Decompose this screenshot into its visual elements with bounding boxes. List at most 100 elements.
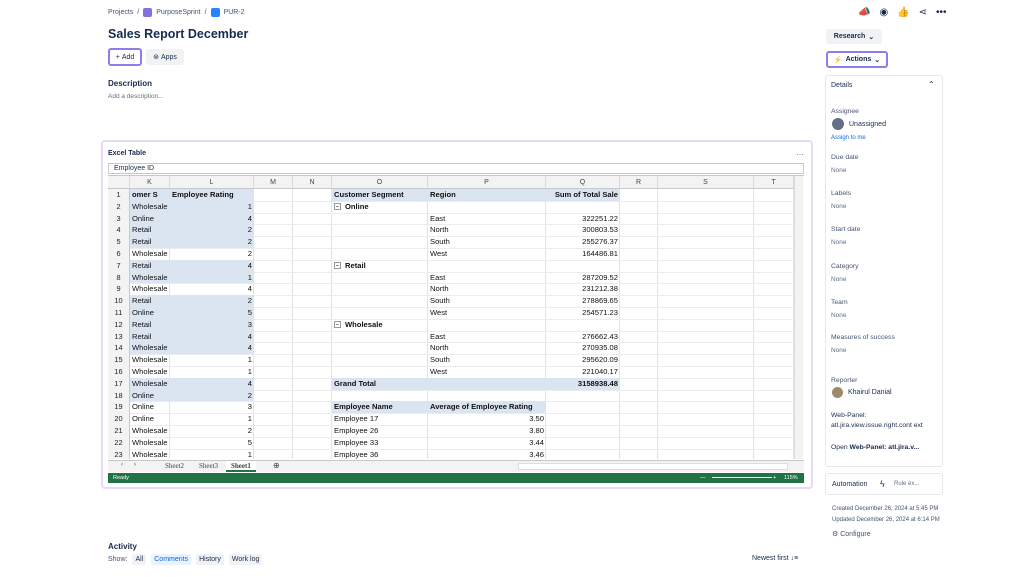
pivot-region-cell[interactable]: West (428, 248, 546, 260)
collapse-icon[interactable]: − (334, 203, 341, 211)
pivot-region-cell[interactable]: East (428, 213, 546, 225)
employee-rating-cell[interactable]: 2 (170, 236, 254, 248)
column-header-o[interactable]: O (332, 176, 428, 189)
collapse-icon[interactable]: − (334, 262, 341, 270)
pivot-sum-cell[interactable]: 287209.52 (546, 272, 620, 284)
pivot-region-cell[interactable]: South (428, 236, 546, 248)
employee-rating-cell[interactable]: 4 (170, 283, 254, 295)
customer-segment-cell[interactable]: Wholesale (130, 248, 170, 260)
apps-button[interactable]: ⊛ Apps (146, 49, 184, 65)
row-header[interactable]: 19 (108, 401, 130, 414)
scroll-left-icon[interactable]: ‹ (121, 462, 123, 468)
row-header[interactable]: 4 (108, 224, 130, 237)
row-header[interactable]: 2 (108, 200, 130, 213)
pivot2-avg-cell[interactable]: 3.80 (428, 425, 546, 437)
employee-rating-cell[interactable]: 2 (170, 224, 254, 237)
sort-newest-first[interactable]: Newest first ↓≡ (752, 555, 798, 562)
pivot2-name-cell[interactable]: Employee 33 (332, 437, 428, 449)
pivot-sum-cell[interactable]: 300803.53 (546, 224, 620, 236)
customer-segment-cell[interactable]: Wholesale (130, 366, 170, 378)
employee-rating-cell[interactable]: 2 (170, 295, 254, 307)
row-header[interactable]: 1 (108, 189, 130, 201)
pivot-sum-cell[interactable]: 255276.37 (546, 236, 620, 248)
pivot-sum-cell[interactable]: 270935.08 (546, 342, 620, 354)
customer-segment-cell[interactable]: Wholesale (130, 449, 170, 459)
employee-rating-cell[interactable]: 4 (170, 330, 254, 343)
column-k-header-cell[interactable]: omer S (130, 189, 170, 201)
pivot-region-cell[interactable]: East (428, 331, 546, 343)
add-sheet-icon[interactable]: ⊕ (273, 461, 280, 470)
assign-to-me-link[interactable]: Assign to me (831, 135, 866, 141)
pivot-group-label[interactable]: − Retail (332, 260, 428, 272)
row-header[interactable]: 13 (108, 330, 130, 343)
row-header[interactable]: 5 (108, 236, 130, 248)
filter-work-log[interactable]: Work log (228, 554, 263, 565)
customer-segment-cell[interactable]: Retail (130, 330, 170, 343)
employee-rating-cell[interactable]: 5 (170, 307, 254, 319)
row-header[interactable]: 9 (108, 283, 130, 296)
measures-value[interactable]: None (831, 347, 847, 354)
thumbs-up-icon[interactable]: 👍 (897, 7, 909, 18)
pivot-group-label[interactable]: − Online (332, 201, 428, 213)
actions-button[interactable]: ⚡ Actions ⌄ (826, 51, 888, 68)
collapse-icon[interactable]: − (334, 321, 341, 329)
employee-rating-cell[interactable]: 1 (170, 200, 254, 213)
column-header-m[interactable]: M (254, 176, 293, 189)
sheet-tab-sheet3[interactable]: Sheet3 (194, 461, 223, 472)
row-header[interactable]: 7 (108, 259, 130, 272)
automation-panel[interactable]: Automation ϟ Rule ex... (825, 473, 943, 495)
customer-segment-cell[interactable]: Retail (130, 224, 170, 237)
add-button[interactable]: + Add (108, 48, 142, 66)
column-header-p[interactable]: P (428, 176, 546, 189)
employee-rating-cell[interactable]: 4 (170, 259, 254, 272)
row-header[interactable]: 3 (108, 212, 130, 225)
assignee-value[interactable]: Unassigned (849, 121, 886, 128)
spreadsheet-grid[interactable]: K L M N O P Q R S T 1 2 3 4 5 6 7 8 9 10 11 12 13 14 1… (108, 175, 804, 459)
row-header[interactable]: 21 (108, 425, 130, 437)
pivot-region-cell[interactable]: South (428, 354, 546, 366)
pivot-region-cell[interactable]: West (428, 307, 546, 319)
configure-button[interactable]: ⚙ Configure (832, 530, 871, 538)
zoom-in-icon[interactable]: + (773, 473, 776, 483)
row-header[interactable]: 18 (108, 389, 130, 402)
column-header-l[interactable]: L (170, 176, 254, 189)
description-placeholder[interactable]: Add a description... (108, 93, 164, 100)
employee-rating-cell[interactable]: 2 (170, 389, 254, 402)
employee-rating-cell[interactable]: 2 (170, 248, 254, 260)
customer-segment-cell[interactable]: Online (130, 212, 170, 225)
row-header[interactable]: 15 (108, 354, 130, 366)
pivot-sum-cell[interactable]: 278869.65 (546, 295, 620, 307)
row-header[interactable]: 20 (108, 413, 130, 425)
row-header[interactable]: 10 (108, 295, 130, 307)
pivot-sum-cell[interactable]: 254571.23 (546, 307, 620, 319)
pivot-sum-cell[interactable]: 231212.38 (546, 283, 620, 295)
sheet-tab-sheet1[interactable]: Sheet1 (226, 461, 256, 472)
pivot-region-cell[interactable]: North (428, 283, 546, 295)
column-header-q[interactable]: Q (546, 176, 620, 189)
employee-rating-cell[interactable]: 4 (170, 212, 254, 225)
pivot-header-segment[interactable]: Customer Segment (332, 189, 428, 201)
row-header[interactable]: 6 (108, 248, 130, 260)
customer-segment-cell[interactable]: Wholesale (130, 271, 170, 284)
horizontal-scrollbar[interactable] (518, 463, 788, 470)
employee-rating-cell[interactable]: 1 (170, 366, 254, 378)
pivot-sum-cell[interactable]: 276662.43 (546, 331, 620, 343)
row-header[interactable]: 17 (108, 377, 130, 390)
more-actions-icon[interactable]: ••• (936, 7, 947, 18)
pivot-grand-total-blank[interactable] (428, 377, 546, 390)
pivot-region-cell[interactable]: East (428, 272, 546, 284)
research-button[interactable]: Research ⌄ (826, 29, 882, 44)
pivot-region-cell[interactable]: South (428, 295, 546, 307)
start-date-value[interactable]: None (831, 239, 847, 246)
pivot2-header-avg[interactable]: Average of Employee Rating (428, 401, 546, 414)
row-header[interactable]: 22 (108, 436, 130, 449)
zoom-slider[interactable] (712, 477, 772, 478)
filter-history[interactable]: History (196, 554, 224, 565)
pivot2-avg-cell[interactable]: 3.50 (428, 413, 546, 425)
vertical-scrollbar[interactable] (794, 176, 803, 459)
customer-segment-cell[interactable]: Online (130, 401, 170, 413)
customer-segment-cell[interactable]: Retail (130, 236, 170, 248)
filter-comments[interactable]: Comments (151, 554, 192, 565)
reporter-value[interactable]: Khairul Danial (848, 389, 892, 396)
breadcrumb-project[interactable]: PurposeSprint (156, 9, 200, 16)
